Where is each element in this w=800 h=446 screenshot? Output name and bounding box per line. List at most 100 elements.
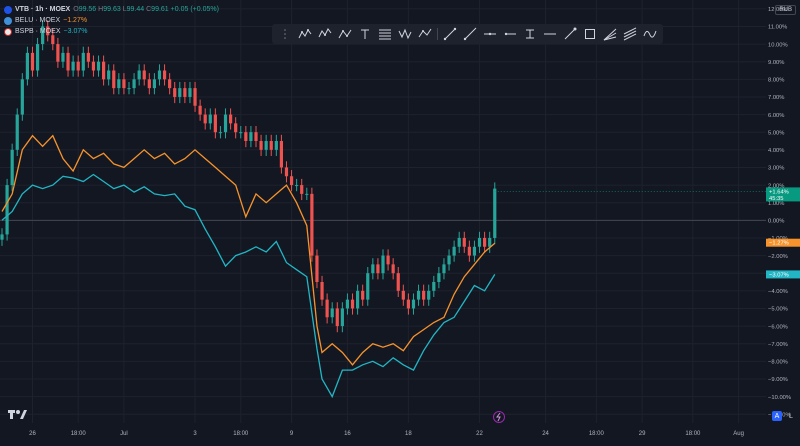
price-tick-label: −8.00% [768, 360, 788, 366]
price-tick-label: 0.00% [768, 219, 784, 225]
series-line-bspb[interactable] [1, 173, 496, 399]
time-tick-label: 18:00 [589, 431, 605, 437]
price-tick-label: 8.00% [768, 78, 784, 84]
candle-body [416, 290, 421, 300]
price-badge-text: +1.64% [769, 189, 789, 195]
candle-body [81, 52, 85, 71]
candle-body [483, 237, 487, 247]
candle-body [310, 193, 314, 256]
ray-icon[interactable] [461, 25, 479, 43]
candle-body [493, 188, 497, 238]
compare-row-bspb[interactable]: BSPB · MOEX −3.07% [4, 26, 219, 37]
candle-body [467, 246, 471, 256]
candle-body [269, 141, 273, 150]
candle-body [193, 88, 197, 106]
candle-body [15, 114, 19, 150]
time-tick-label: 18:00 [685, 431, 701, 437]
projection-icon[interactable] [416, 25, 434, 43]
time-axis[interactable]: 26 18:00 Jul 3 18:00 9 16 18 22 24 18:00 29 18:00 Aug [0, 423, 766, 441]
log-scale-button[interactable]: L [786, 411, 796, 421]
candle-body [295, 185, 299, 187]
pen-line-icon[interactable] [561, 25, 579, 43]
time-tick-label: 24 [542, 431, 549, 437]
candle-body [25, 52, 29, 80]
candle-body [305, 193, 309, 195]
fib-fan-icon[interactable] [601, 25, 619, 43]
toolbar-drag-handle[interactable] [276, 25, 294, 43]
candle-body [462, 237, 466, 247]
price-badge-text: −3.07% [769, 272, 789, 278]
lightning-icon[interactable] [493, 411, 505, 423]
horizontal-line-icon[interactable] [481, 25, 499, 43]
candle-body [188, 88, 192, 97]
price-scale: 12.00%11.00%10.00%9.00%8.00%7.00%6.00%5.… [766, 7, 800, 418]
candle-body [61, 52, 65, 62]
fib-retracement-icon[interactable] [376, 25, 394, 43]
candle-body [112, 70, 116, 89]
text-icon[interactable] [356, 25, 374, 43]
candle-body [71, 61, 75, 71]
elliott-wave-icon[interactable] [316, 25, 334, 43]
time-tick-label: 18:00 [71, 431, 87, 437]
candle-body [345, 299, 350, 309]
price-tick-label: −7.00% [768, 342, 788, 348]
candle-body [208, 114, 212, 124]
main-symbol-row[interactable]: VTB · 1h · MOEX O99.56 H99.63 L99.44 C99… [4, 4, 219, 15]
time-tick-label: 16 [344, 431, 351, 437]
time-tick-label: 3 [193, 431, 197, 437]
time-tick-label: 9 [290, 431, 294, 437]
trend-pattern-icon[interactable] [296, 25, 314, 43]
horizontal-segment-icon[interactable] [501, 25, 519, 43]
candle-body [284, 167, 289, 177]
time-tick-label: 22 [476, 431, 483, 437]
candle-body [178, 88, 182, 97]
bspb-symbol-icon [4, 27, 12, 36]
low-value: 99.44 [126, 6, 145, 13]
candle-body [259, 141, 263, 150]
price-tick-label: 5.00% [768, 130, 784, 136]
candle-body [366, 273, 370, 300]
candle-body [422, 290, 426, 300]
compare-value-belu: −1.27% [63, 17, 88, 24]
rectangle-icon[interactable] [581, 25, 599, 43]
price-tick-label: 10.00% [768, 42, 788, 48]
candle-body [213, 114, 217, 133]
candle-body [391, 264, 395, 274]
candle-body [157, 70, 162, 80]
candle-body [452, 246, 456, 256]
price-badge-countdown: 45:35 [769, 196, 784, 202]
compare-row-belu[interactable]: BELU · MOEX −1.27% [4, 15, 219, 26]
candle-body [86, 52, 90, 62]
tradingview-logo-icon[interactable] [8, 408, 28, 420]
toolbar-separator [437, 28, 438, 40]
currency-badge[interactable]: RUB [775, 5, 796, 15]
trend-line-icon[interactable] [441, 25, 459, 43]
candle-body [477, 237, 482, 247]
candle-body [66, 52, 70, 71]
xabcd-pattern-icon[interactable] [396, 25, 414, 43]
chart-legend: VTB · 1h · MOEX O99.56 H99.63 L99.44 C99… [4, 4, 219, 37]
candle-body [340, 308, 344, 327]
brush-icon[interactable] [641, 25, 659, 43]
candle-body [249, 132, 253, 141]
price-tick-label: −6.00% [768, 324, 788, 330]
candle-body [350, 299, 355, 309]
price-tick-label: −10.00% [768, 395, 791, 401]
candle-body [279, 141, 283, 168]
candle-body [10, 149, 14, 186]
vtb-symbol-icon [4, 5, 12, 14]
candle-body [173, 88, 177, 97]
price-axis[interactable]: 12.00% 11.00% 10.00% 9.00% 8.00% 7.00% 6.00% 5.… [766, 0, 800, 423]
compare-label-belu: BELU · MOEX [15, 17, 61, 24]
chart-pane[interactable] [0, 0, 766, 423]
arrow-icon[interactable] [541, 25, 559, 43]
abcd-pattern-icon[interactable] [336, 25, 354, 43]
close-value: 99.61 [151, 6, 169, 13]
info-line-icon[interactable] [521, 25, 539, 43]
candle-body [137, 70, 141, 80]
chart-plot[interactable] [0, 0, 766, 423]
candle-body [132, 79, 136, 89]
auto-scale-button[interactable]: A [772, 411, 782, 421]
candle-body [198, 105, 202, 115]
parallel-channel-icon[interactable] [621, 25, 639, 43]
